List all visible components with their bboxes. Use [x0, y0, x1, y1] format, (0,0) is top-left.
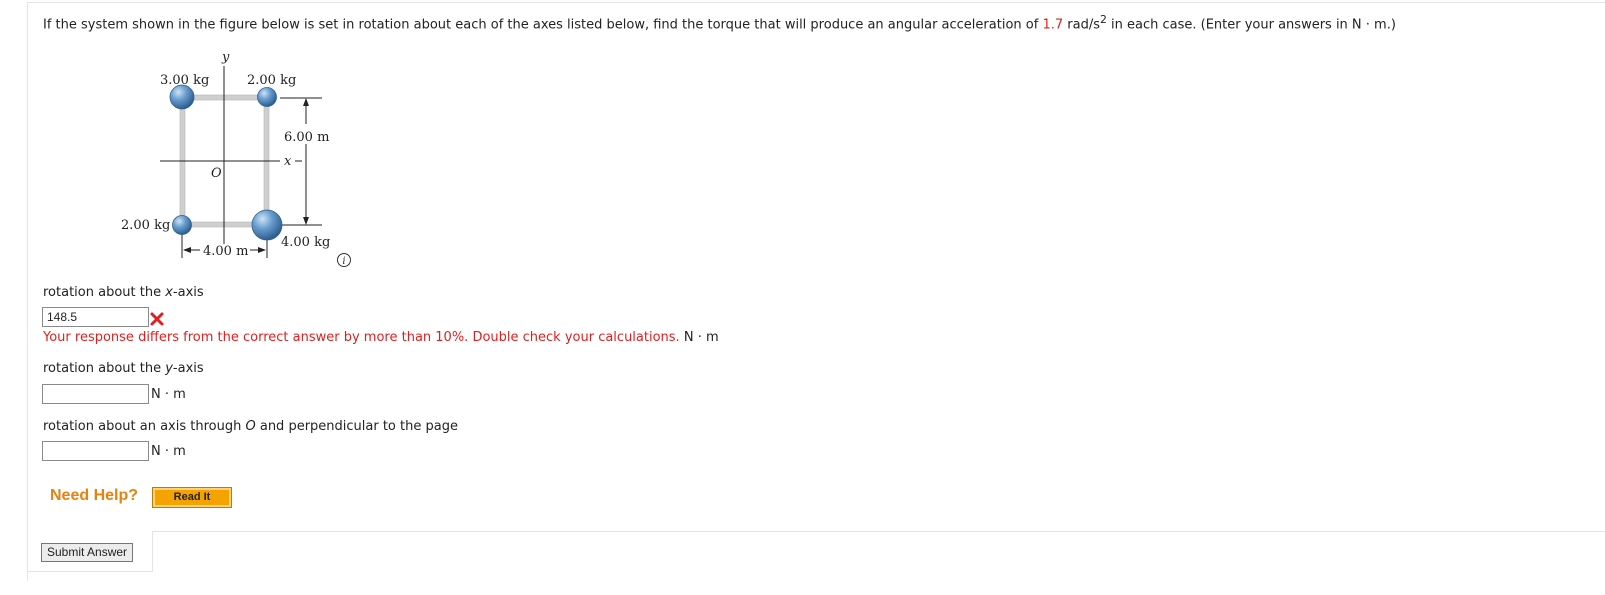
perpendicular-axis-unit: N · m	[151, 444, 186, 459]
part-o-label-post: and perpendicular to the page	[255, 419, 458, 434]
part-x-label-post: -axis	[172, 285, 204, 300]
y-axis-torque-input[interactable]	[42, 384, 149, 404]
submit-answer-button[interactable]: Submit Answer	[41, 543, 134, 562]
mass-label-top-right: 2.00 kg	[247, 73, 296, 88]
x-axis-torque-input[interactable]	[42, 307, 149, 327]
question-text-end: in each case. (Enter your answers in N ·…	[1106, 17, 1396, 33]
angular-acceleration-value: 1.7	[1042, 17, 1064, 33]
x-axis-label: x	[284, 154, 292, 169]
part-y-axis-label: rotation about the y-axis	[43, 361, 204, 376]
read-it-button[interactable]: Read It	[152, 487, 232, 508]
height-label: 6.00 m	[284, 130, 329, 145]
info-circle-icon[interactable]: i	[337, 253, 351, 268]
mass-ball-top-left	[169, 84, 195, 110]
unit-exponent: 2	[1099, 13, 1107, 26]
section-divider	[152, 531, 1605, 532]
y-axis-label: y	[221, 50, 230, 65]
mass-ball-bottom-right	[251, 209, 283, 241]
part-y-label-var: y	[165, 361, 173, 376]
mass-label-bottom-right: 4.00 kg	[281, 235, 330, 250]
svg-text:i: i	[342, 256, 345, 267]
part-x-label-var: x	[165, 285, 173, 300]
need-help-label: Need Help?	[50, 487, 139, 504]
part-o-label-var: O	[245, 419, 256, 434]
part-x-axis-label: rotation about the x-axis	[43, 285, 204, 300]
mass-label-bottom-left: 2.00 kg	[121, 218, 170, 233]
part-x-label-pre: rotation about the	[43, 285, 166, 300]
incorrect-x-icon	[150, 312, 164, 326]
feedback-message: Your response differs from the correct a…	[43, 330, 680, 345]
part-y-label-post: -axis	[172, 361, 204, 376]
mass-ball-top-right	[257, 87, 277, 107]
x-axis-unit: N · m	[683, 330, 719, 345]
question-text-start: If the system shown in the figure below …	[43, 17, 1043, 33]
y-axis-unit: N · m	[151, 387, 186, 402]
angular-acceleration-unit: rad/s	[1063, 17, 1100, 33]
perpendicular-axis-torque-input[interactable]	[42, 441, 149, 461]
part-perpendicular-axis-label: rotation about an axis through O and per…	[43, 419, 458, 434]
part-o-label-pre: rotation about an axis through	[43, 419, 246, 434]
question-text: If the system shown in the figure below …	[43, 11, 1396, 34]
width-label: 4.00 m	[203, 244, 248, 259]
part-y-label-pre: rotation about the	[43, 361, 166, 376]
mass-ball-bottom-left	[172, 215, 192, 235]
origin-label: O	[211, 166, 222, 181]
mass-system-figure: 3.00 kg 2.00 kg 2.00 kg 4.00 kg 6.00 m 4…	[110, 44, 370, 276]
mass-label-top-left: 3.00 kg	[160, 73, 209, 88]
x-axis-feedback: Your response differs from the correct a…	[43, 330, 719, 345]
